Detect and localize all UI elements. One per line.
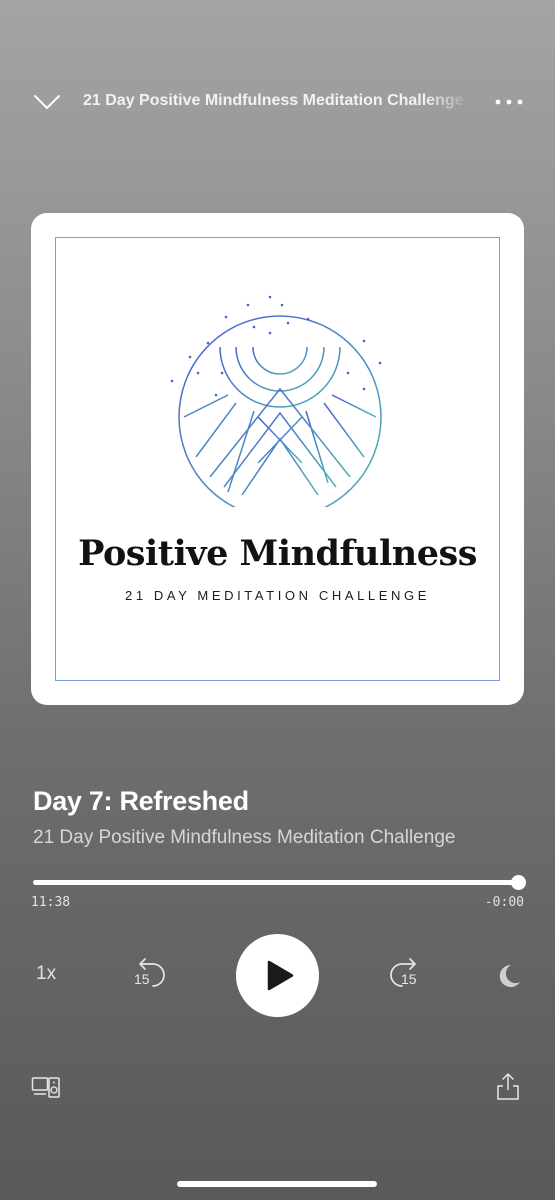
share-icon[interactable] [496, 1072, 520, 1100]
header-title: 21 Day Positive Mindfulness Meditation C… [83, 92, 464, 109]
progress-thumb[interactable] [511, 875, 526, 890]
home-indicator[interactable] [177, 1181, 377, 1187]
skip-back-seconds-label: 15 [134, 971, 150, 987]
artwork-title: Positive Mindfulness [78, 533, 477, 574]
elapsed-time: 11:38 [31, 895, 71, 910]
connect-devices-icon[interactable] [31, 1076, 61, 1100]
episode-artwork: Positive Mindfulness 21 DAY MEDITATION C… [31, 213, 524, 705]
mindfulness-emblem-icon [170, 295, 382, 507]
episode-title: Day 7: Refreshed [33, 786, 249, 816]
remaining-time: -0:00 [484, 895, 524, 910]
skip-forward-15-button[interactable]: 15 [386, 956, 426, 992]
show-name-link[interactable]: 21 Day Positive Mindfulness Meditation C… [33, 827, 455, 849]
playback-speed-button[interactable]: 1x [36, 963, 56, 985]
more-options-icon[interactable] [494, 94, 524, 110]
skip-forward-seconds-label: 15 [401, 971, 417, 987]
progress-fill [33, 880, 518, 885]
progress-bar[interactable] [33, 875, 526, 890]
moon-icon[interactable] [494, 962, 522, 990]
play-button[interactable] [236, 934, 319, 1017]
skip-back-15-button[interactable]: 15 [129, 956, 169, 992]
play-icon [267, 960, 294, 991]
chevron-down-icon[interactable] [33, 93, 61, 111]
artwork-subtitle: 21 DAY MEDITATION CHALLENGE [124, 588, 430, 603]
